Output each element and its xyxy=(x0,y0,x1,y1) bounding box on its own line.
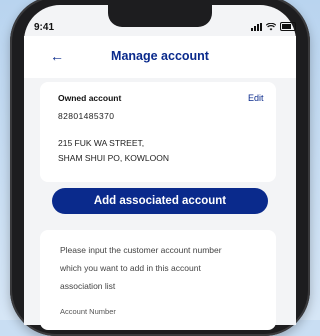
wifi-icon xyxy=(266,22,276,30)
address-line-1: 215 FUK WA STREET, xyxy=(58,138,145,148)
address-line-2: SHAM SHUI PO, KOWLOON xyxy=(58,153,169,163)
instruction-line-1: Please input the customer account number xyxy=(60,245,222,255)
page-title: Manage account xyxy=(111,49,209,63)
account-number: 82801485370 xyxy=(58,111,115,121)
signal-icon xyxy=(251,22,262,31)
status-icons xyxy=(251,22,296,31)
status-time: 9:41 xyxy=(34,22,55,33)
edit-link[interactable]: Edit xyxy=(248,93,264,103)
account-number-field-label: Account Number xyxy=(60,307,116,316)
add-associated-account-button[interactable]: Add associated account xyxy=(52,188,268,214)
instruction-line-2: which you want to add in this account xyxy=(60,263,201,273)
owned-account-label: Owned account xyxy=(58,93,122,103)
battery-icon xyxy=(280,22,296,31)
phone-notch xyxy=(108,5,212,27)
instruction-line-3: association list xyxy=(60,281,116,291)
